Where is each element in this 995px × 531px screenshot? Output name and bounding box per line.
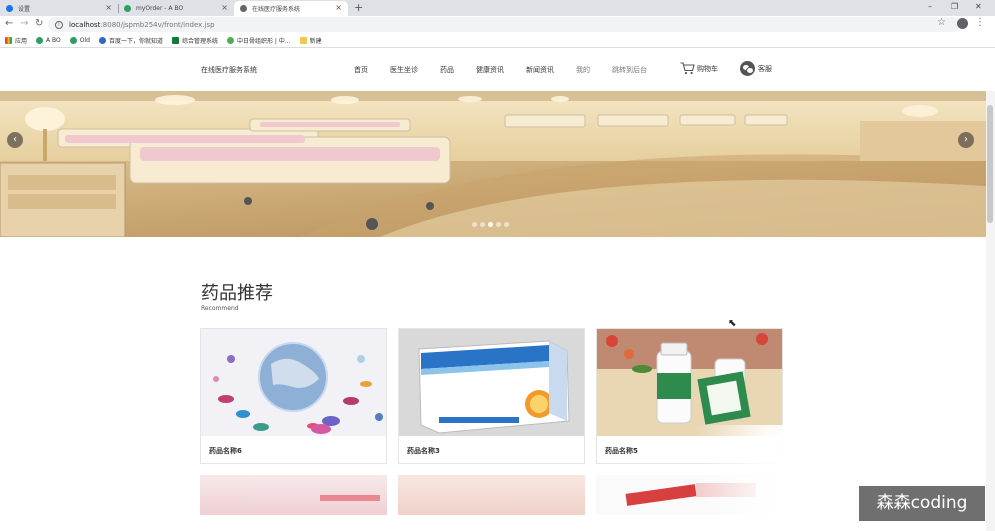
site-title[interactable]: 在线医疗服务系统	[201, 65, 257, 75]
cart-label: 购物车	[697, 64, 718, 73]
bookmark-bone[interactable]: 中日骨组织形 | 中...	[227, 36, 291, 45]
gear-icon	[6, 5, 13, 12]
tab-active[interactable]: 在线医疗服务系统 ×	[234, 1, 348, 16]
bookmark-label: A BO	[46, 36, 61, 44]
carousel-dot[interactable]	[504, 222, 509, 227]
cart-link[interactable]: 购物车	[680, 62, 718, 75]
browser-tab-bar: 设置 × myOrder - A BO × 在线医疗服务系统 × + – ❐ ✕	[0, 0, 995, 16]
minimize-button[interactable]: –	[928, 2, 932, 11]
banner-carousel[interactable]: ‹ ›	[0, 91, 986, 237]
url-path: :8080/jspmb254v/front/index.jsp	[100, 20, 215, 29]
back-icon[interactable]: ←	[5, 18, 13, 30]
carousel-prev-button[interactable]: ‹	[7, 132, 23, 148]
cart-icon	[680, 62, 695, 75]
product-image	[597, 329, 782, 436]
carousel-dot[interactable]	[472, 222, 477, 227]
page-fade-overlay	[696, 425, 836, 525]
nav-admin[interactable]: 跳转到后台	[612, 65, 647, 75]
carousel-indicators	[472, 222, 512, 227]
main-nav: 首页 医生坐诊 药品 健康资讯 新闻资讯 我的 跳转到后台	[354, 65, 669, 75]
bookmarks-bar: 应用 A BO Old 百度一下，你就知道 综合管理系统 中日骨组织形 | 中.…	[0, 33, 995, 48]
baidu-icon	[98, 36, 106, 44]
nav-mine[interactable]: 我的	[576, 65, 590, 75]
scrollbar-thumb[interactable]	[987, 105, 993, 223]
bookmark-apps[interactable]: 应用	[5, 36, 27, 45]
product-name: 药品名称6	[209, 447, 242, 455]
watermark: 森森coding	[859, 486, 985, 521]
nav-doctor[interactable]: 医生坐诊	[390, 65, 418, 75]
bookmark-label: 综合管理系统	[181, 37, 218, 45]
new-tab-button[interactable]: +	[354, 1, 363, 14]
bookmark-admin[interactable]: 综合管理系统	[171, 36, 218, 45]
bookmark-folder[interactable]: 新建	[299, 36, 322, 45]
site-icon	[69, 36, 77, 44]
close-icon[interactable]: ×	[335, 4, 342, 12]
section-title: 药品推荐	[201, 283, 273, 304]
product-image	[320, 495, 380, 501]
product-card[interactable]: 药品名称6	[200, 328, 387, 464]
apps-grid-icon	[5, 36, 12, 44]
tab-settings[interactable]: 设置 ×	[0, 1, 118, 16]
globe-icon	[240, 5, 247, 12]
site-icon	[227, 36, 234, 44]
tab-label: 设置	[18, 6, 31, 13]
restore-button[interactable]: ❐	[951, 2, 958, 11]
close-icon[interactable]: ×	[221, 4, 228, 12]
bookmark-abo[interactable]: A BO	[36, 36, 61, 44]
bookmark-label: 中日骨组织形 | 中...	[237, 37, 291, 45]
forward-icon[interactable]: →	[20, 18, 28, 30]
bookmark-label: Old	[79, 36, 90, 44]
tab-label: myOrder - A BO	[136, 5, 184, 12]
tab-label: 在线医疗服务系统	[252, 6, 301, 13]
product-name: 药品名称5	[605, 447, 638, 455]
product-card[interactable]	[200, 475, 387, 515]
info-icon[interactable]: i	[55, 20, 63, 29]
nav-news[interactable]: 新闻资讯	[526, 65, 554, 75]
chat-icon	[740, 61, 755, 76]
folder-icon	[299, 36, 307, 44]
reload-icon[interactable]: ↻	[35, 18, 43, 30]
bookmark-star-icon[interactable]: ☆	[937, 17, 946, 28]
profile-avatar[interactable]	[957, 18, 968, 29]
customer-service-link[interactable]: 客服	[740, 61, 772, 76]
product-card[interactable]: 药品名称3	[398, 328, 585, 464]
address-bar: ← → ↻ i localhost :8080/jspmb254v/front/…	[0, 16, 995, 33]
nav-medicine[interactable]: 药品	[440, 65, 454, 75]
product-image	[399, 329, 584, 436]
section-subtitle: Recommend	[201, 305, 239, 312]
nav-home[interactable]: 首页	[354, 65, 368, 75]
product-name: 药品名称3	[407, 447, 440, 455]
bookmark-old[interactable]: Old	[69, 36, 90, 44]
product-card[interactable]	[398, 475, 585, 515]
hospital-ward-image	[0, 91, 986, 237]
carousel-dot-active[interactable]	[488, 222, 493, 227]
bookmark-label: 新建	[309, 37, 322, 45]
service-label: 客服	[758, 64, 772, 73]
site-header: 在线医疗服务系统 首页 医生坐诊 药品 健康资讯 新闻资讯 我的 跳转到后台 购…	[0, 49, 995, 91]
nav-health-info[interactable]: 健康资讯	[476, 65, 504, 75]
bookmark-label: 应用	[15, 37, 28, 45]
tab-myorder[interactable]: myOrder - A BO ×	[118, 1, 234, 16]
carousel-dot[interactable]	[496, 222, 501, 227]
url-input[interactable]: i localhost :8080/jspmb254v/front/index.…	[48, 17, 960, 32]
product-image	[201, 329, 386, 436]
site-icon	[124, 5, 131, 12]
carousel-dot[interactable]	[480, 222, 485, 227]
site-icon	[36, 36, 44, 44]
url-host: localhost	[69, 20, 101, 29]
window-close-button[interactable]: ✕	[975, 2, 982, 11]
site-icon	[171, 36, 179, 44]
mouse-cursor-icon: ⬉	[728, 318, 737, 329]
close-icon[interactable]: ×	[105, 4, 112, 12]
menu-icon[interactable]: ⋮	[975, 17, 985, 28]
bookmark-label: 百度一下，你就知道	[108, 37, 163, 45]
carousel-next-button[interactable]: ›	[958, 132, 974, 148]
bookmark-baidu[interactable]: 百度一下，你就知道	[98, 36, 163, 45]
